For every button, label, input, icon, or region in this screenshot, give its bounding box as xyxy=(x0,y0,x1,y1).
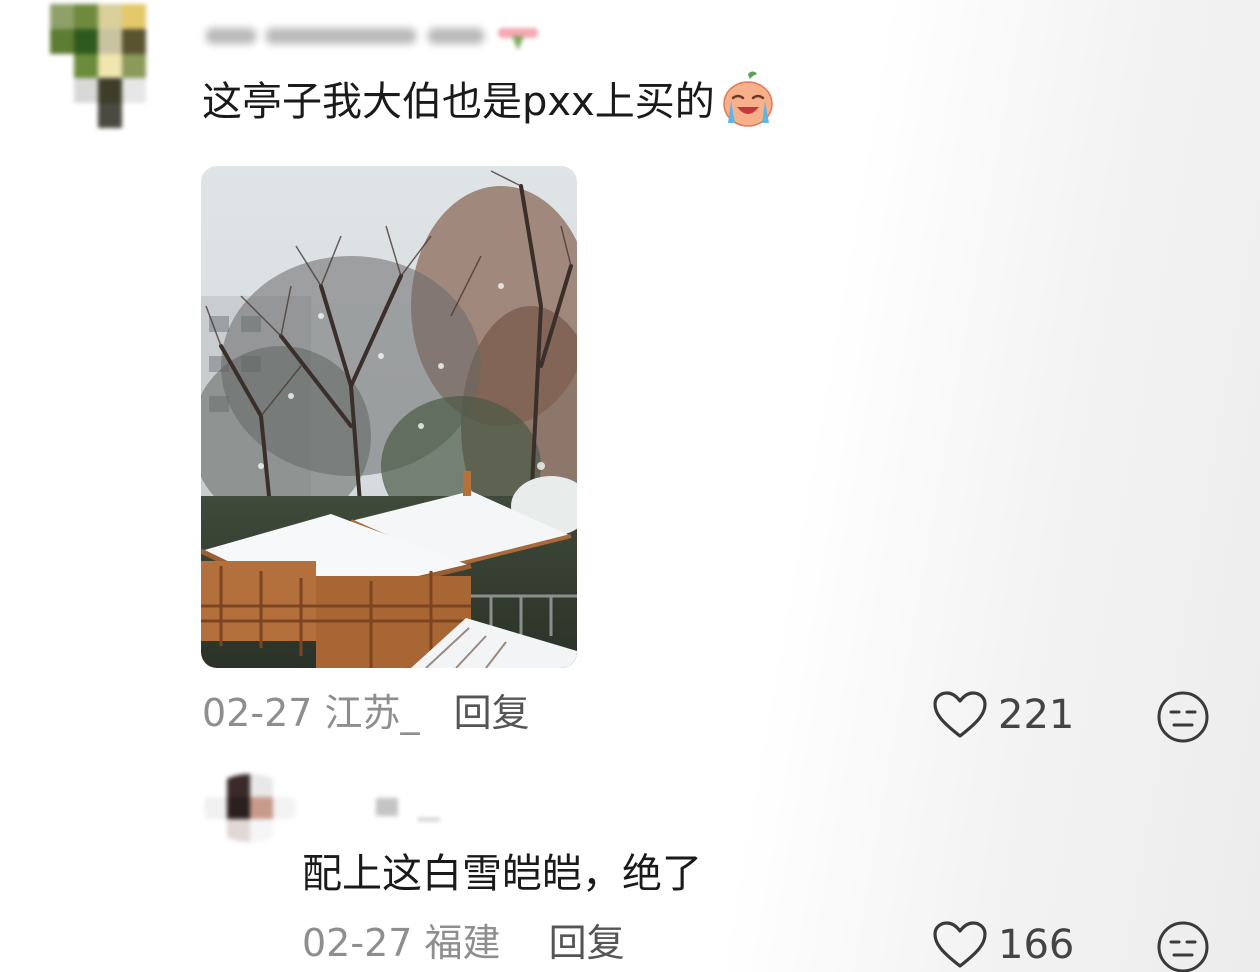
comment-meta: 02-27 江苏_ 回复 xyxy=(202,688,530,738)
reply-button[interactable]: 回复 xyxy=(549,921,625,965)
neutral-face-icon[interactable] xyxy=(1156,920,1210,972)
crying-face-emoji xyxy=(722,71,773,127)
neutral-face-icon[interactable] xyxy=(1156,690,1210,744)
heart-outline-icon xyxy=(933,921,987,968)
comment-meta: 02-27 福建 回复 xyxy=(302,918,625,968)
like-count: 221 xyxy=(998,692,1075,738)
comment-body: 配上这白雪皑皑，绝了 xyxy=(302,851,702,897)
reply-button[interactable]: 回复 xyxy=(454,691,530,735)
attached-photo[interactable] xyxy=(201,166,577,668)
comment-text: 这亭子我大伯也是pxx上买的 xyxy=(202,71,777,133)
heart-outline-icon xyxy=(933,691,987,738)
like-button[interactable]: 221 xyxy=(932,690,1074,740)
comment-location: 江苏_ xyxy=(324,691,420,735)
comment-date: 02-27 xyxy=(202,691,313,735)
comment-body: 这亭子我大伯也是pxx上买的 xyxy=(202,79,715,125)
comment-thread: 这亭子我大伯也是pxx上买的 02-27 江苏_ 回复 221 配上这白雪皑皑，… xyxy=(0,0,1260,972)
comment-location: 福建 xyxy=(424,921,501,965)
username[interactable] xyxy=(372,796,452,824)
like-count: 166 xyxy=(998,922,1075,968)
avatar[interactable] xyxy=(50,4,170,128)
flower-badge-icon xyxy=(498,28,538,50)
comment-date: 02-27 xyxy=(302,921,413,965)
like-button[interactable]: 166 xyxy=(932,920,1074,970)
username[interactable] xyxy=(206,20,546,50)
avatar[interactable] xyxy=(204,774,296,842)
